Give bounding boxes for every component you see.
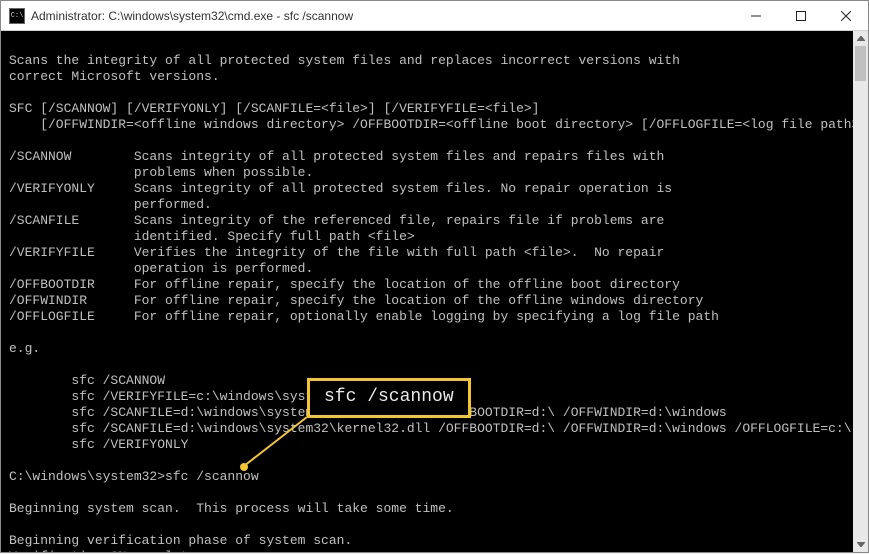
chevron-up-icon (857, 36, 865, 41)
cmd-icon: C:\ (9, 8, 25, 24)
vertical-scrollbar[interactable] (853, 31, 868, 552)
minimize-icon (751, 11, 761, 21)
annotation-callout: sfc /scannow (307, 378, 471, 418)
chevron-down-icon (857, 542, 865, 547)
titlebar[interactable]: C:\ Administrator: C:\windows\system32\c… (1, 1, 868, 31)
window-controls (733, 1, 868, 30)
scroll-down-button[interactable] (853, 537, 868, 552)
cmd-icon-text: C:\ (11, 12, 24, 20)
maximize-button[interactable] (778, 1, 823, 30)
scroll-thumb[interactable] (855, 46, 866, 81)
console-area-wrap: Scans the integrity of all protected sys… (1, 31, 868, 552)
maximize-icon (796, 11, 806, 21)
scroll-track[interactable] (853, 46, 868, 537)
annotation-dot (240, 463, 248, 471)
close-button[interactable] (823, 1, 868, 30)
scroll-up-button[interactable] (853, 31, 868, 46)
close-icon (841, 11, 851, 21)
minimize-button[interactable] (733, 1, 778, 30)
window-title: Administrator: C:\windows\system32\cmd.e… (31, 9, 733, 23)
console-output[interactable]: Scans the integrity of all protected sys… (1, 31, 853, 552)
annotation-text: sfc /scannow (324, 387, 454, 407)
